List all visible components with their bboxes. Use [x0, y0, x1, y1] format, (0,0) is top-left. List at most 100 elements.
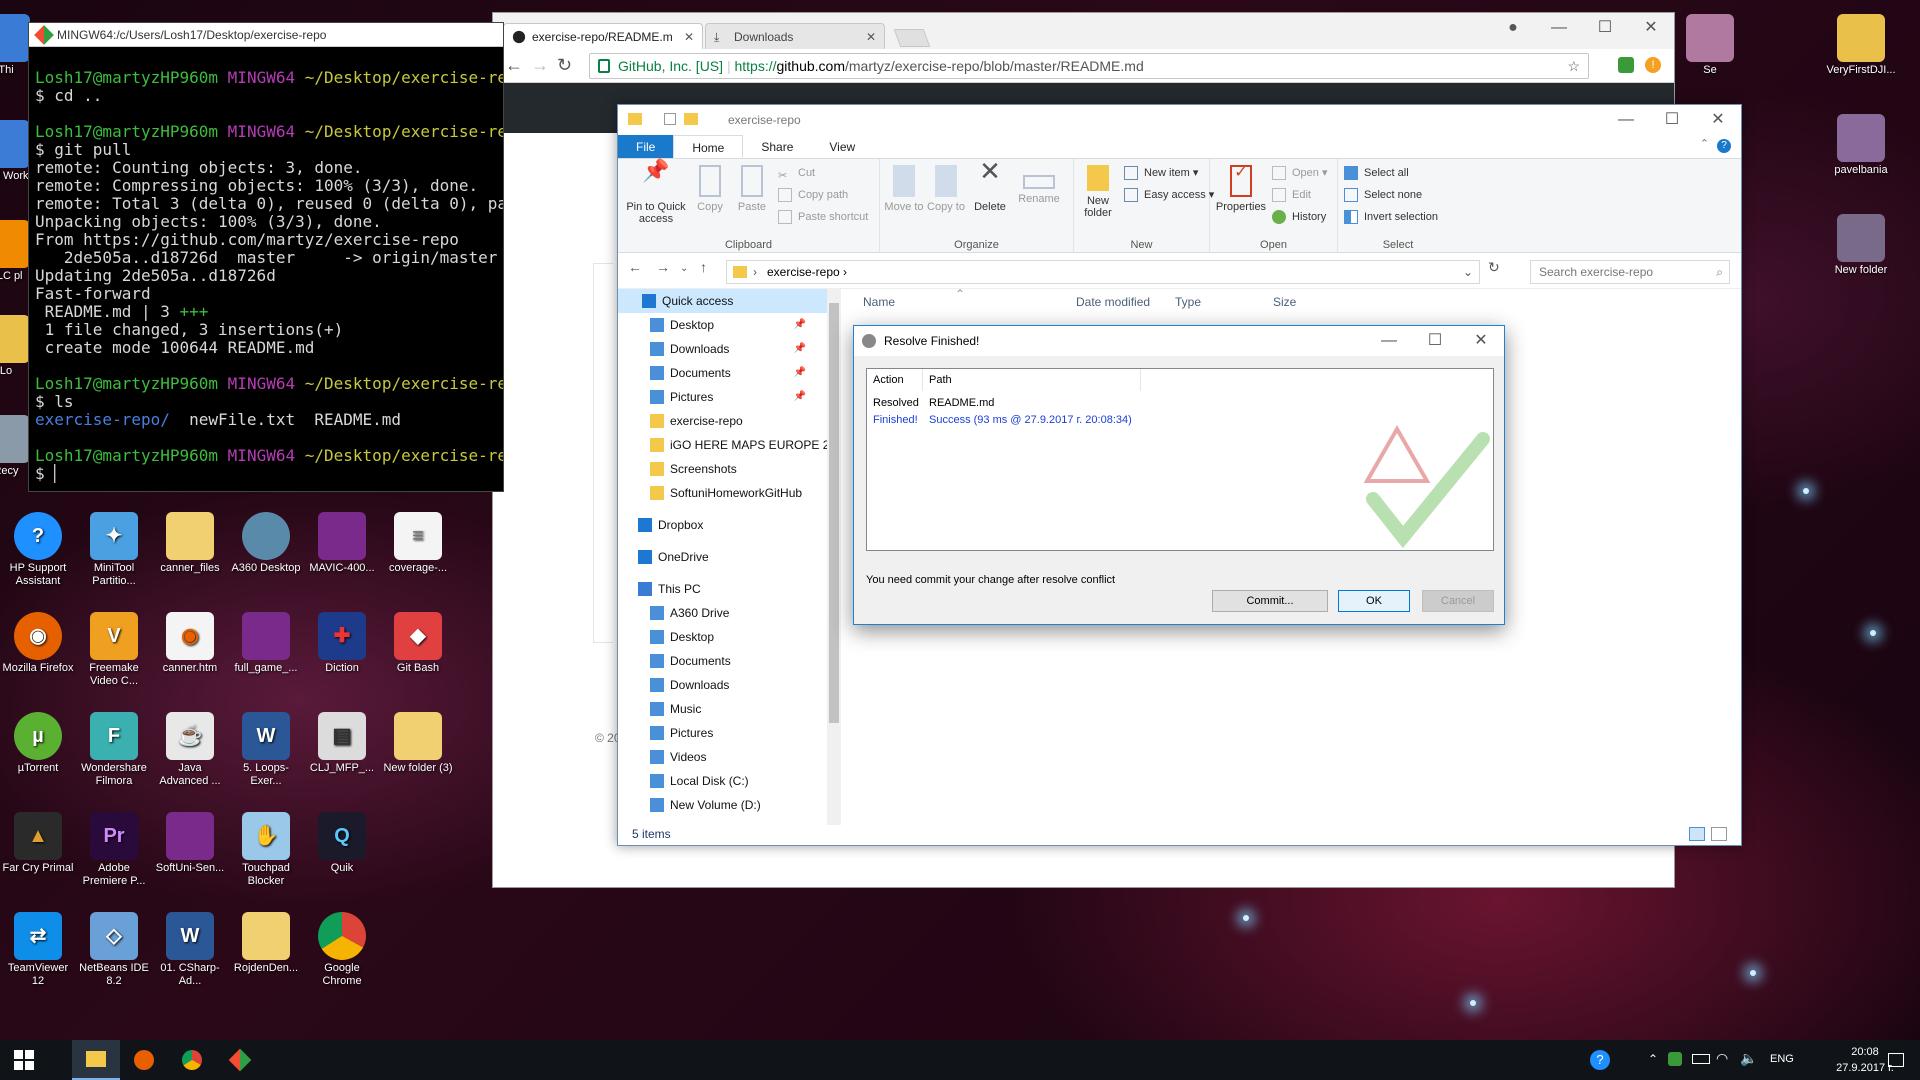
- column-date-modified[interactable]: Date modified: [1076, 295, 1150, 309]
- nav-scrollbar[interactable]: [827, 289, 841, 825]
- tab-share[interactable]: Share: [743, 135, 811, 158]
- properties-icon[interactable]: [664, 113, 676, 125]
- desktop-icon-pavelbania[interactable]: pavelbania: [1825, 114, 1897, 177]
- move-to-button[interactable]: Move to: [884, 165, 924, 213]
- nav-item[interactable]: Pictures: [618, 721, 828, 745]
- desktop-icon-far-cry[interactable]: ▲ Far Cry Primal: [2, 812, 74, 875]
- desktop-icon-new-folder-3[interactable]: New folder (3): [382, 712, 454, 775]
- minimize-button[interactable]: —: [1603, 105, 1649, 135]
- list-item[interactable]: Finished!: [873, 412, 918, 428]
- close-button[interactable]: ✕: [1628, 13, 1674, 43]
- language-indicator[interactable]: ENG: [1770, 1053, 1794, 1065]
- rename-button[interactable]: Rename: [1014, 165, 1064, 205]
- extension-icon[interactable]: [1618, 57, 1634, 73]
- nav-item[interactable]: A360 Drive: [618, 601, 828, 625]
- easy-access-button[interactable]: Easy access ▾: [1124, 185, 1214, 205]
- paste-button[interactable]: Paste: [732, 165, 772, 213]
- reload-icon[interactable]: ↻: [557, 55, 572, 76]
- new-folder-icon[interactable]: [684, 113, 698, 125]
- taskbar-firefox[interactable]: [120, 1040, 168, 1080]
- desktop-icon-filmora[interactable]: F Wondershare Filmora: [78, 712, 150, 788]
- search-input[interactable]: Search exercise-repo ⌕: [1530, 260, 1730, 284]
- recent-locations-icon[interactable]: ⌄: [680, 263, 688, 274]
- large-icons-view-icon[interactable]: [1711, 827, 1727, 841]
- desktop-icon-dji[interactable]: VeryFirstDJI...: [1825, 14, 1897, 77]
- nav-item[interactable]: Desktop 📌: [618, 313, 828, 337]
- desktop-icon-mavic[interactable]: MAVIC-400...: [306, 512, 378, 575]
- nav-quick-access[interactable]: Quick access: [618, 289, 828, 313]
- maximize-button[interactable]: ☐: [1412, 326, 1458, 356]
- desktop-icon-utorrent[interactable]: µ µTorrent: [2, 712, 74, 775]
- nav-item[interactable]: Screenshots: [618, 457, 828, 481]
- desktop-icon-git-bash[interactable]: ◆ Git Bash: [382, 612, 454, 675]
- copy-button[interactable]: Copy: [690, 165, 730, 213]
- nav-item[interactable]: iGO HERE MAPS EUROPE 2016: [618, 433, 828, 457]
- desktop-icon-csharp[interactable]: W 01. CSharp-Ad...: [154, 912, 226, 988]
- desktop-icon-softuni[interactable]: SoftUni-Sen...: [154, 812, 226, 875]
- desktop-icon-loops[interactable]: W 5. Loops-Exer...: [230, 712, 302, 788]
- collapse-ribbon-icon[interactable]: ⌃: [1700, 137, 1709, 150]
- nav-onedrive[interactable]: OneDrive: [618, 545, 828, 569]
- volume-icon[interactable]: 🔈: [1740, 1050, 1757, 1067]
- paste-shortcut-button[interactable]: Paste shortcut: [778, 207, 868, 227]
- update-warning-icon[interactable]: !: [1645, 57, 1661, 73]
- maximize-button[interactable]: ☐: [1582, 13, 1628, 43]
- nav-item[interactable]: Pictures 📌: [618, 385, 828, 409]
- desktop-icon-canner-htm[interactable]: ◉ canner.htm: [154, 612, 226, 675]
- desktop-icon-a360[interactable]: A360 Desktop: [230, 512, 302, 575]
- bookmark-star-icon[interactable]: ☆: [1567, 54, 1580, 78]
- battery-icon[interactable]: [1692, 1054, 1710, 1064]
- desktop-icon-premiere[interactable]: Pr Adobe Premiere P...: [78, 812, 150, 888]
- desktop-icon-new-folder[interactable]: New folder: [1825, 214, 1897, 277]
- delete-button[interactable]: ✕ Delete: [968, 158, 1012, 213]
- desktop-icon-hp-support[interactable]: ? HP Support Assistant: [2, 512, 74, 588]
- refresh-icon[interactable]: ↻: [1488, 259, 1500, 276]
- column-type[interactable]: Type: [1175, 295, 1201, 309]
- list-item[interactable]: Resolved: [873, 395, 919, 411]
- edit-button[interactable]: Edit: [1272, 185, 1311, 205]
- nav-item[interactable]: Documents: [618, 649, 828, 673]
- desktop-icon-clj[interactable]: ▤ CLJ_MFP_...: [306, 712, 378, 775]
- resolve-result-list[interactable]: Action Path Resolved README.md Finished!…: [866, 368, 1494, 551]
- desktop-icon-freemake[interactable]: V Freemake Video C...: [78, 612, 150, 688]
- cut-button[interactable]: ✂ Cut: [778, 163, 815, 183]
- new-folder-button[interactable]: New folder: [1078, 165, 1118, 219]
- new-item-button[interactable]: New item ▾: [1124, 163, 1198, 183]
- desktop-icon-coverage[interactable]: ≡ coverage-...: [382, 512, 454, 575]
- profile-icon[interactable]: ●: [1490, 13, 1536, 43]
- desktop-icon-touchpad[interactable]: ✋ Touchpad Blocker: [230, 812, 302, 888]
- desktop-icon-full-game[interactable]: full_game_...: [230, 612, 302, 675]
- taskbar-file-explorer[interactable]: [72, 1040, 120, 1080]
- nav-item[interactable]: New Volume (D:): [618, 793, 828, 817]
- nav-this-pc[interactable]: This PC: [618, 577, 828, 601]
- column-name[interactable]: Name: [863, 295, 895, 309]
- pin-quick-access-button[interactable]: 📌 Pin to Quick access: [624, 160, 688, 226]
- column-size[interactable]: Size: [1273, 295, 1296, 309]
- up-icon[interactable]: ↑: [700, 259, 707, 275]
- invert-selection-button[interactable]: Invert selection: [1344, 207, 1438, 227]
- open-button[interactable]: Open ▾: [1272, 163, 1328, 183]
- tab-view[interactable]: View: [811, 135, 873, 158]
- url-bar[interactable]: GitHub, Inc. [US] | https://github.com/m…: [589, 53, 1589, 79]
- tab-file[interactable]: File: [618, 135, 674, 158]
- desktop-icon-quik[interactable]: Q Quik: [306, 812, 378, 875]
- desktop-icon-chrome[interactable]: Google Chrome: [306, 912, 378, 988]
- desktop-icon-canner-files[interactable]: canner_files: [154, 512, 226, 575]
- address-bar[interactable]: › exercise-repo › ⌄: [726, 260, 1480, 284]
- desktop-icon-java[interactable]: ☕ Java Advanced ...: [154, 712, 226, 788]
- desktop-icon-rojden[interactable]: RojdenDen...: [230, 912, 302, 975]
- history-button[interactable]: History: [1272, 207, 1326, 227]
- minimize-button[interactable]: —: [1366, 326, 1412, 356]
- column-action[interactable]: Action: [867, 369, 923, 391]
- nav-item[interactable]: Desktop: [618, 625, 828, 649]
- start-button[interactable]: [0, 1040, 48, 1080]
- tab-home[interactable]: Home: [673, 135, 744, 158]
- close-button[interactable]: ✕: [1695, 105, 1741, 135]
- nav-item[interactable]: Downloads: [618, 673, 828, 697]
- maximize-button[interactable]: ☐: [1649, 105, 1695, 135]
- browser-tab-downloads[interactable]: ⤓ Downloads ✕: [705, 23, 885, 49]
- address-dropdown-icon[interactable]: ⌄: [1463, 261, 1473, 283]
- desktop-icon-teamviewer[interactable]: ⇄ TeamViewer 12: [2, 912, 74, 988]
- commit-button[interactable]: Commit...: [1212, 590, 1328, 612]
- browser-tab-readme[interactable]: exercise-repo/README.m ✕: [503, 23, 703, 49]
